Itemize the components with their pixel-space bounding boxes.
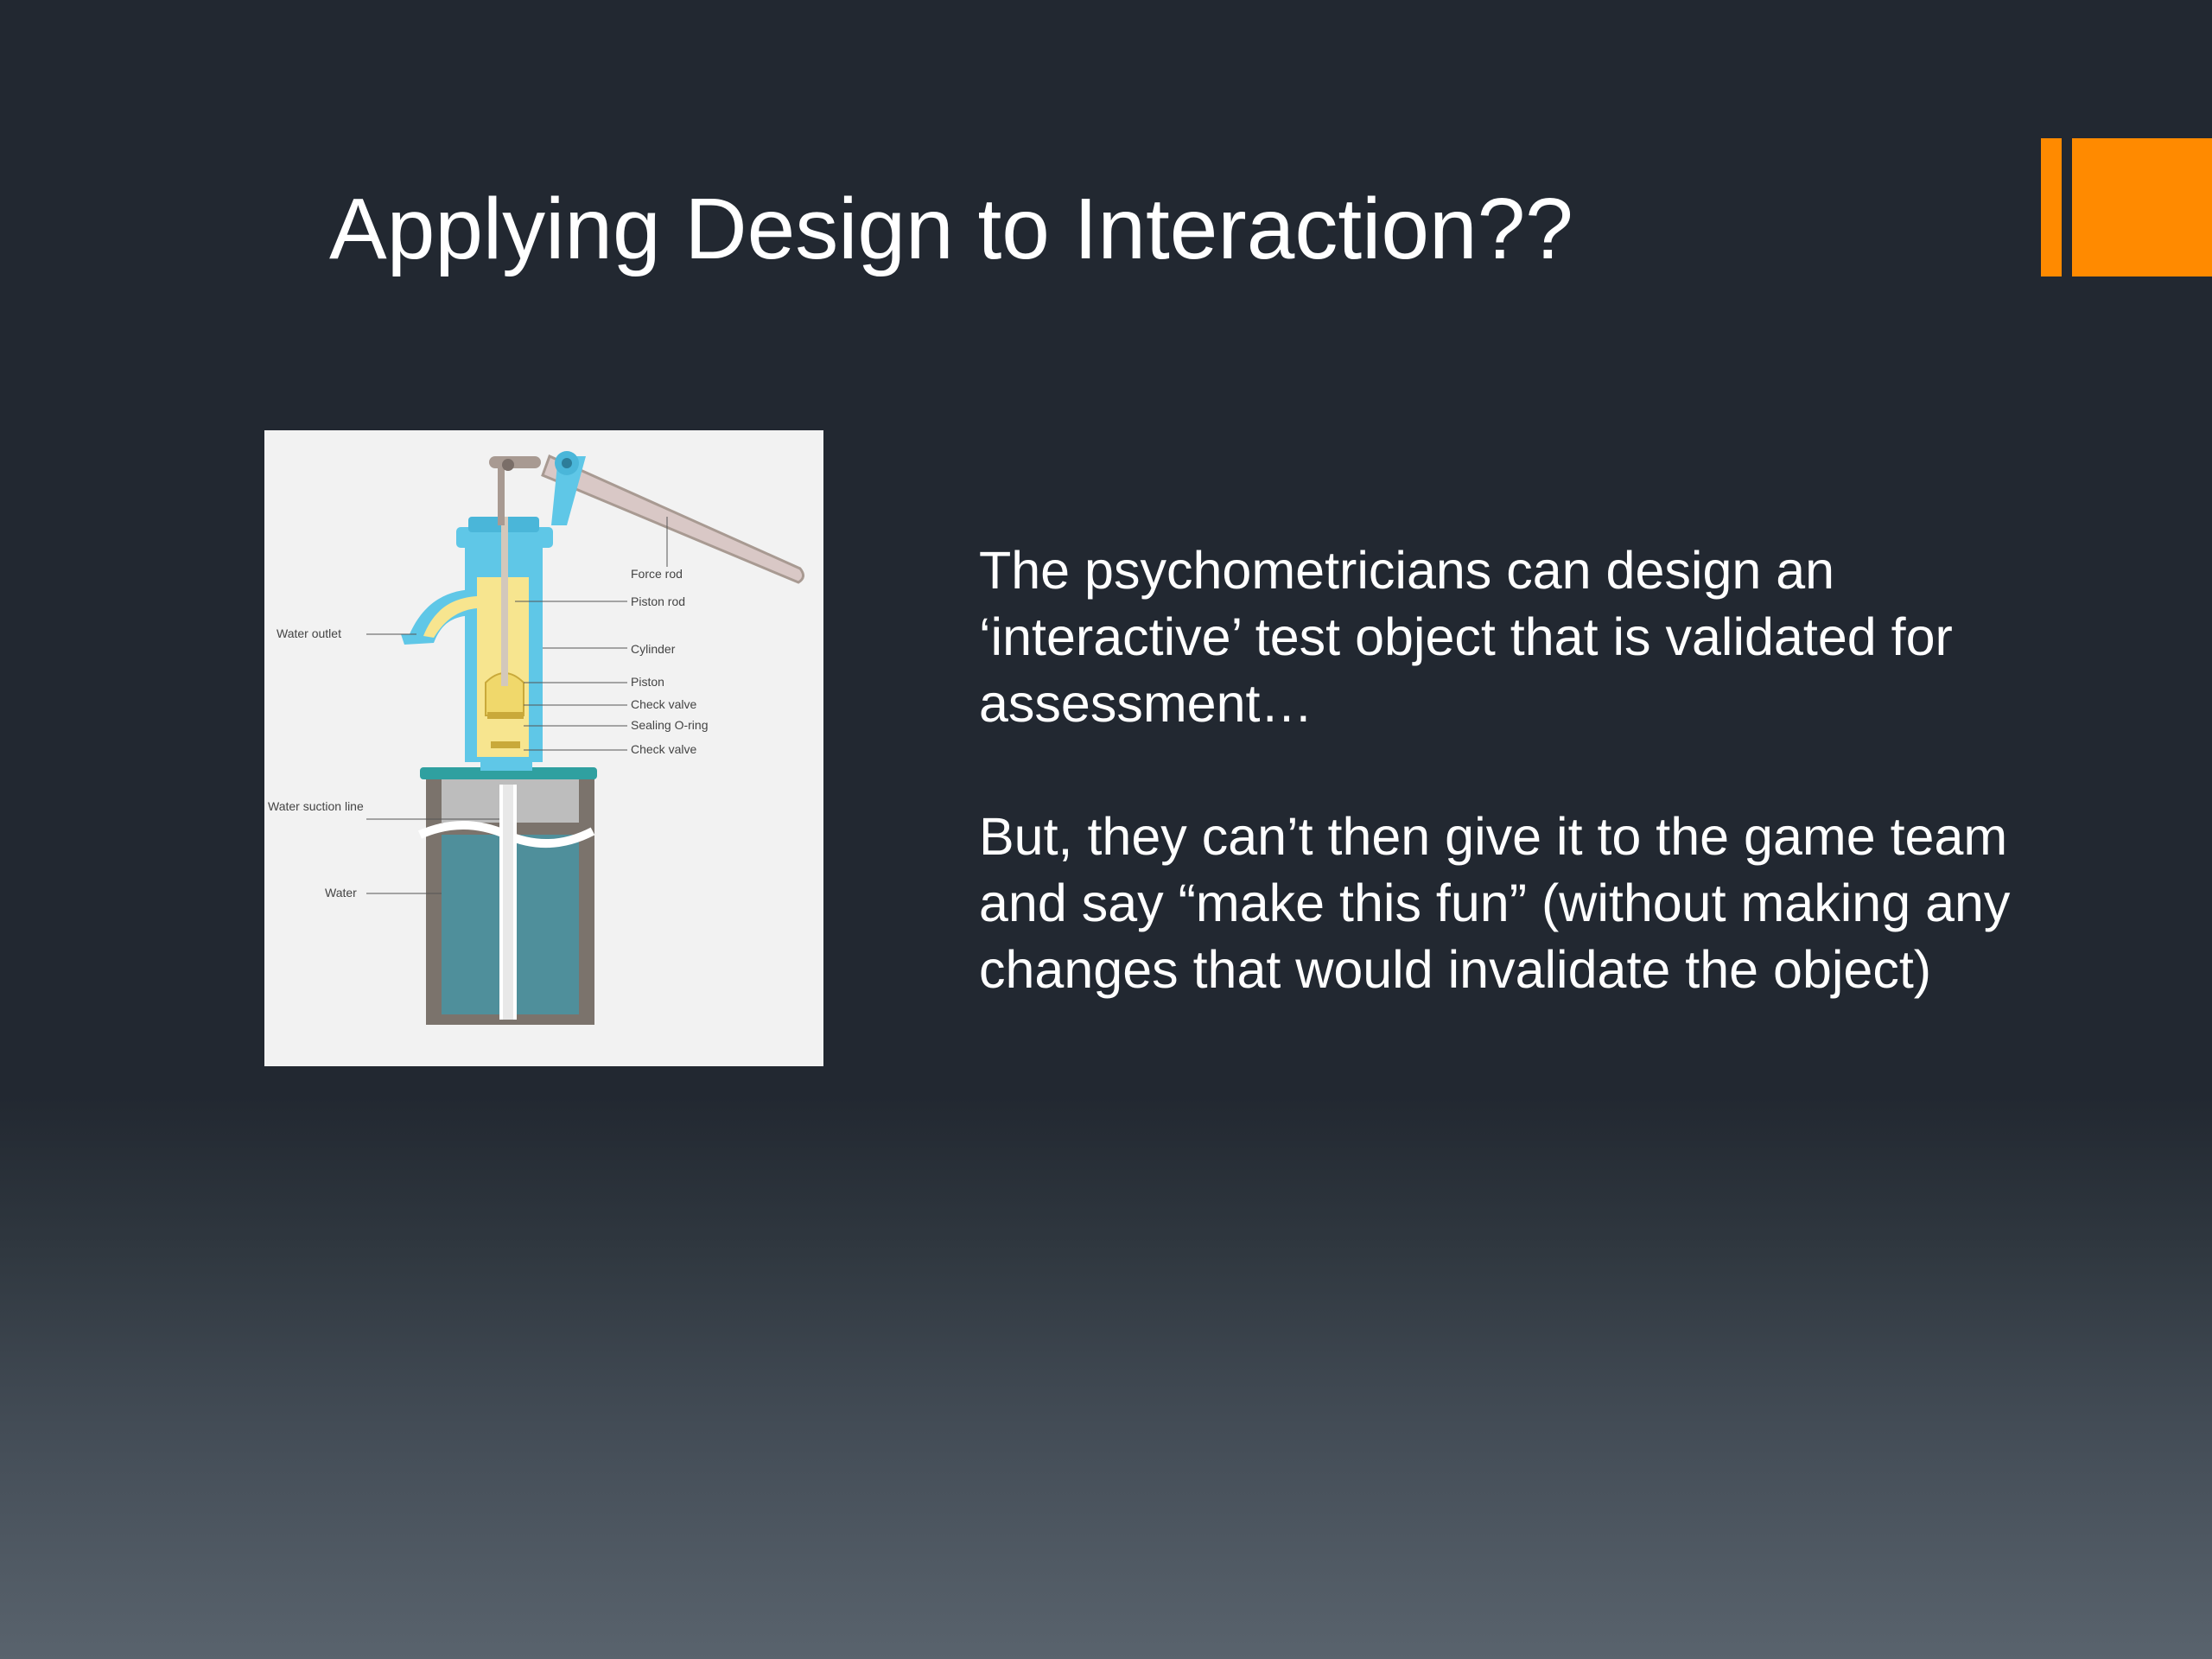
label-water-suction-line: Water suction line — [268, 800, 364, 813]
slide-title: Applying Design to Interaction?? — [329, 181, 1573, 277]
body-text: The psychometricians can design an ‘inte… — [979, 537, 2102, 1003]
pump-handle — [541, 454, 804, 584]
label-water-outlet: Water outlet — [276, 626, 341, 640]
label-check-valve-lower: Check valve — [631, 742, 696, 756]
label-cylinder: Cylinder — [631, 642, 676, 656]
paragraph-validated-object: The psychometricians can design an ‘inte… — [979, 541, 1953, 733]
slide: Applying Design to Interaction?? Force r… — [0, 0, 2212, 1659]
label-water: Water — [325, 886, 357, 899]
label-piston: Piston — [631, 675, 664, 689]
paragraph-game-team: But, they can’t then give it to the game… — [979, 807, 2011, 999]
label-piston-rod: Piston rod — [631, 594, 685, 608]
label-force-rod: Force rod — [631, 567, 683, 581]
hand-pump-diagram: Force rod Piston rod Water outlet Cylind… — [264, 430, 823, 1066]
force-rod — [498, 465, 505, 525]
accent-bar-block — [2072, 138, 2212, 276]
piston-rod — [501, 517, 508, 686]
label-sealing-o-ring: Sealing O-ring — [631, 718, 709, 732]
label-check-valve-upper: Check valve — [631, 697, 696, 711]
accent-bar-thin — [2041, 138, 2062, 276]
